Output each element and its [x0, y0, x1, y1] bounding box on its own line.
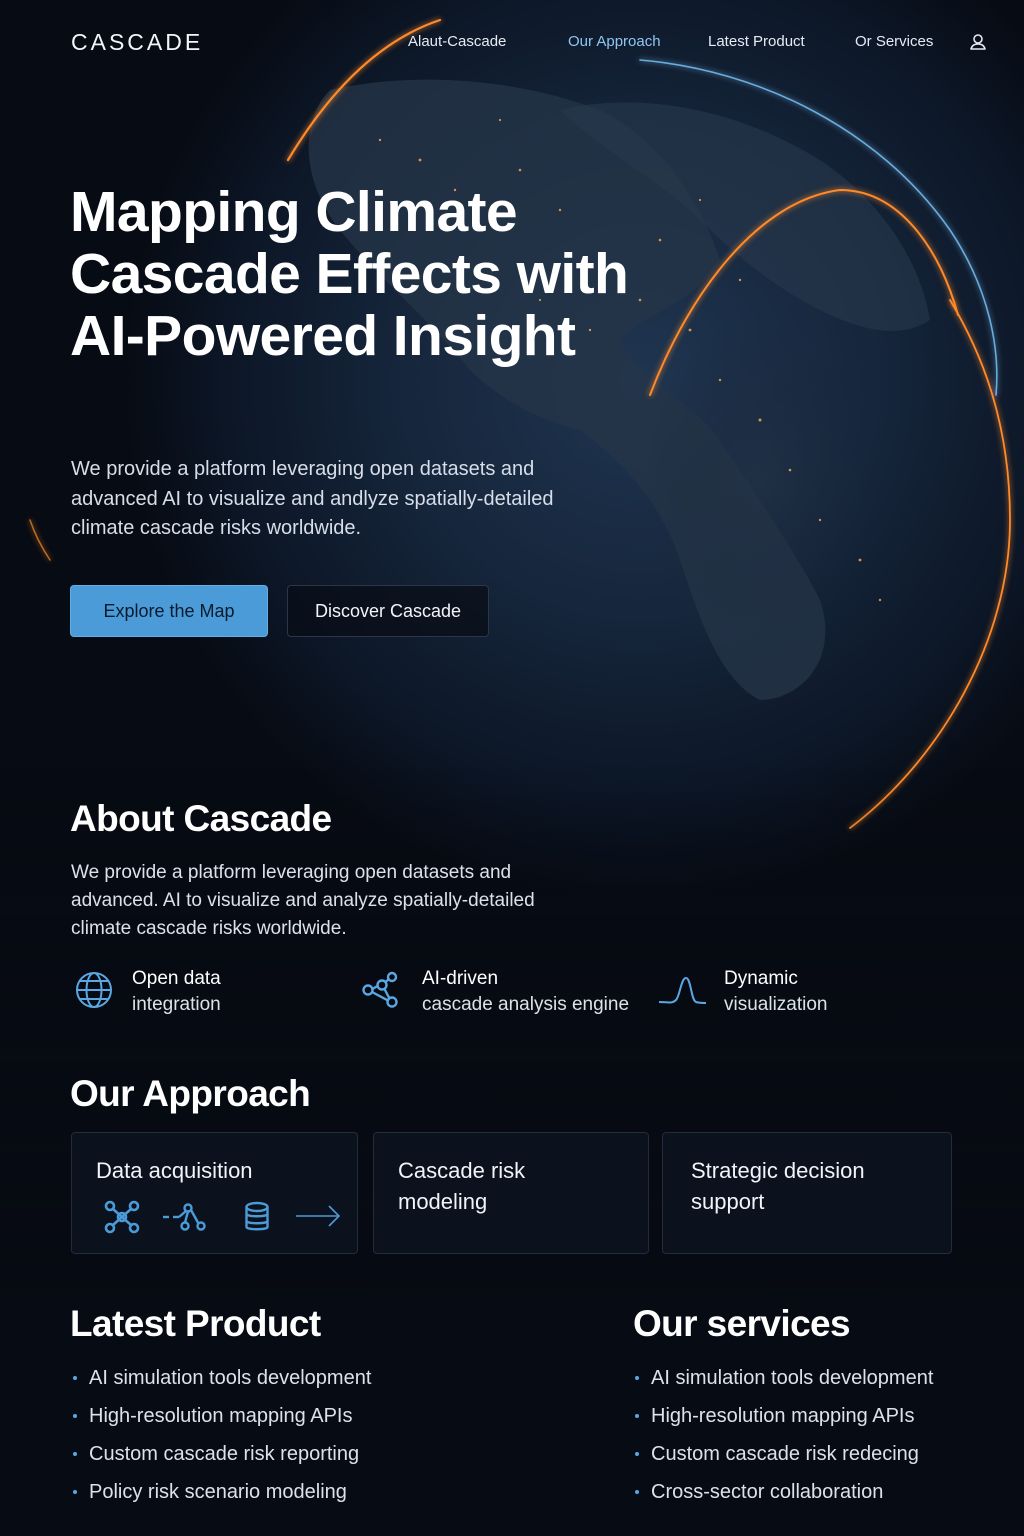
molecule-icon [104, 1200, 140, 1234]
card-title: Cascade risk modeling [398, 1158, 526, 1214]
latest-product-heading: Latest Product [70, 1303, 321, 1344]
about-text: We provide a platform leveraging open da… [71, 862, 535, 939]
list-item[interactable]: Custom cascade risk reporting [71, 1441, 371, 1479]
hero-title: Mapping Climate Cascade Effects with AI-… [70, 180, 629, 368]
nav-link-our-approach[interactable]: Our Approach [568, 33, 661, 50]
services-list: AI simulation tools development High-res… [633, 1365, 933, 1517]
card-title: Strategic decision support [691, 1158, 865, 1214]
list-item[interactable]: High-resolution mapping APIs [71, 1403, 371, 1441]
approach-heading: Our Approach [70, 1073, 311, 1114]
feature-title: Dynamic [724, 968, 798, 989]
list-item[interactable]: AI simulation tools development [71, 1365, 371, 1403]
explore-map-button[interactable]: Explore the Map [70, 585, 268, 637]
card-title: Data acquisition [96, 1158, 253, 1183]
list-item[interactable]: AI simulation tools development [633, 1365, 933, 1403]
feature-subtitle: cascade analysis engine [422, 994, 630, 1015]
list-item[interactable]: Custom cascade risk redecing [633, 1441, 933, 1479]
latest-product-list: AI simulation tools development High-res… [71, 1365, 371, 1517]
database-icon [245, 1201, 269, 1231]
hero-subtitle: We provide a platform leveraging open da… [71, 458, 554, 539]
list-item[interactable]: Policy risk scenario modeling [71, 1479, 371, 1517]
discover-cascade-button[interactable]: Discover Cascade [287, 585, 489, 637]
approach-card-data-acquisition[interactable]: Data acquisition [71, 1132, 358, 1254]
wave-chart-icon [658, 976, 707, 1004]
node-link-icon [163, 1203, 206, 1231]
feature-subtitle: visualization [724, 994, 828, 1015]
about-heading: About Cascade [70, 798, 332, 839]
list-item[interactable]: Cross-sector collaboration [633, 1479, 933, 1517]
user-icon[interactable] [968, 32, 988, 52]
nav-link-services[interactable]: Or Services [855, 33, 933, 50]
site-logo[interactable]: CASCADE [71, 29, 203, 56]
approach-card-strategic-decision-support[interactable]: Strategic decision support [662, 1132, 952, 1254]
feature-title: Open data [132, 968, 221, 989]
nav-link-about-cascade[interactable]: Alaut-Cascade [408, 33, 506, 50]
approach-card-cascade-risk-modeling[interactable]: Cascade risk modeling [373, 1132, 649, 1254]
arrow-right-icon [296, 1205, 341, 1227]
network-nodes-icon [362, 971, 398, 1008]
globe-icon [76, 972, 112, 1008]
list-item[interactable]: High-resolution mapping APIs [633, 1403, 933, 1441]
feature-title: AI-driven [422, 968, 499, 989]
nav-link-latest-product[interactable]: Latest Product [708, 33, 805, 50]
feature-subtitle: integration [132, 994, 221, 1015]
services-heading: Our services [633, 1303, 851, 1344]
